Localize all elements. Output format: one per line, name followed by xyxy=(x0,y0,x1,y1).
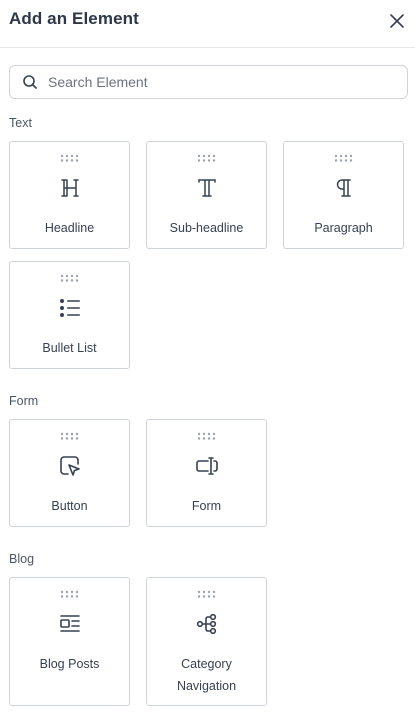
element-card-label: Category Navigation xyxy=(147,653,266,697)
search-icon xyxy=(23,75,37,89)
drag-handle-icon[interactable] xyxy=(197,590,217,598)
element-card-label: Sub-headline xyxy=(169,221,244,235)
element-card-bullet-list[interactable]: Bullet List xyxy=(9,261,130,369)
element-card-label: Paragraph xyxy=(314,221,373,235)
element-card-label-line: Navigation xyxy=(176,679,237,693)
category-navigation-icon xyxy=(195,612,219,636)
element-card-label-line: Category xyxy=(181,657,232,671)
paragraph-icon xyxy=(332,176,356,200)
element-card-button[interactable]: Button xyxy=(9,419,130,527)
panel-header: Add an Element xyxy=(0,0,415,48)
drag-handle-icon[interactable] xyxy=(197,432,217,440)
panel-title: Add an Element xyxy=(9,9,139,28)
close-button[interactable] xyxy=(386,10,408,32)
drag-handle-icon[interactable] xyxy=(334,154,354,162)
element-card-label: Bullet List xyxy=(42,341,97,355)
search-box[interactable] xyxy=(9,65,408,99)
drag-handle-icon[interactable] xyxy=(60,432,80,440)
element-card-headline[interactable]: Headline xyxy=(9,141,130,249)
blog-posts-icon xyxy=(58,612,82,636)
sub-headline-icon xyxy=(195,176,219,200)
element-card-sub-headline[interactable]: Sub-headline xyxy=(146,141,267,249)
button-cursor-icon xyxy=(58,454,82,478)
section-title-form: Form xyxy=(9,394,39,408)
element-card-label: Form xyxy=(191,499,222,513)
element-card-label: Headline xyxy=(44,221,95,235)
drag-handle-icon[interactable] xyxy=(197,154,217,162)
drag-handle-icon[interactable] xyxy=(60,154,80,162)
close-icon xyxy=(390,14,404,28)
element-card-label: Button xyxy=(51,499,88,513)
element-card-paragraph[interactable]: Paragraph xyxy=(283,141,404,249)
section-title-text: Text xyxy=(9,116,32,130)
form-input-icon xyxy=(195,454,219,478)
section-title-blog: Blog xyxy=(9,552,35,566)
element-card-label: Blog Posts xyxy=(39,657,100,671)
bullet-list-icon xyxy=(58,296,82,320)
drag-handle-icon[interactable] xyxy=(60,590,80,598)
element-card-category-navigation[interactable]: Category Navigation xyxy=(146,577,267,706)
drag-handle-icon[interactable] xyxy=(60,274,80,282)
element-card-form[interactable]: Form xyxy=(146,419,267,527)
headline-icon xyxy=(58,176,82,200)
element-card-blog-posts[interactable]: Blog Posts xyxy=(9,577,130,706)
search-input[interactable] xyxy=(48,66,400,98)
